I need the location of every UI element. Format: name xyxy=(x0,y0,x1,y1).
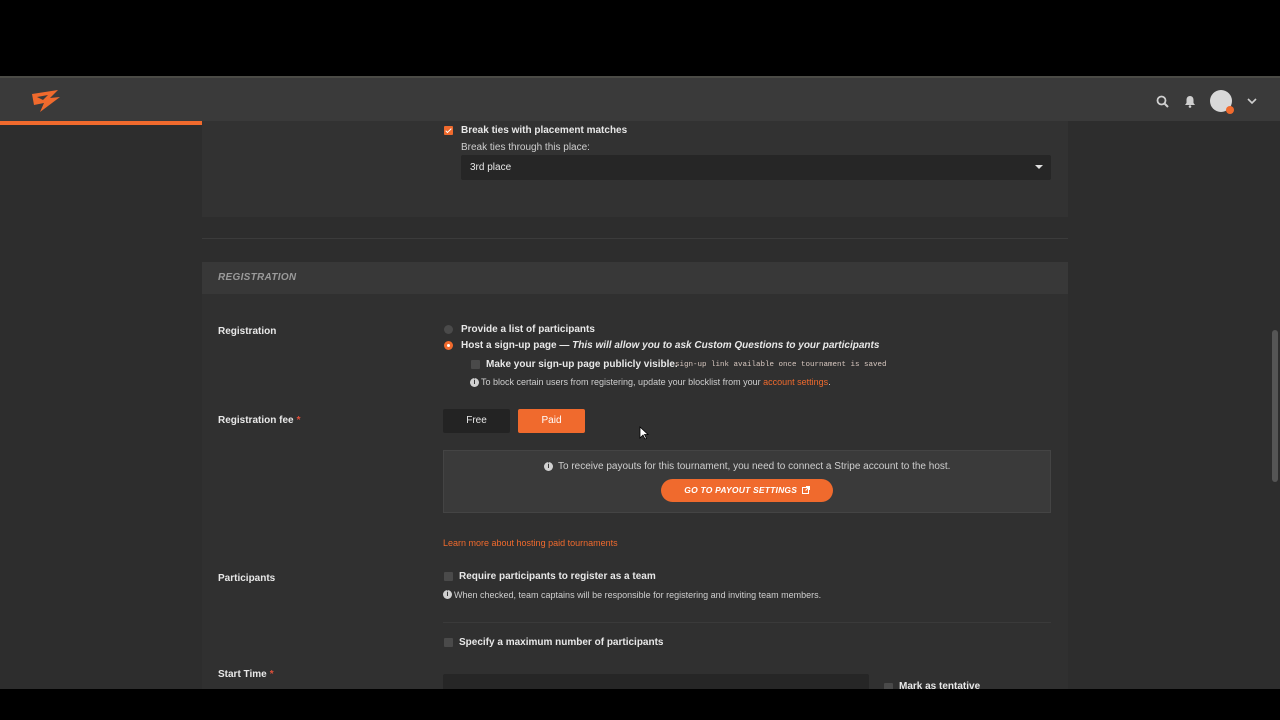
bell-icon[interactable] xyxy=(1182,93,1198,109)
participants-label: Participants xyxy=(218,573,276,584)
team-help-text: When checked, team captains will be resp… xyxy=(454,590,822,600)
required-mark: * xyxy=(296,415,301,426)
section-divider xyxy=(202,238,1068,239)
max-participants-checkbox[interactable] xyxy=(444,638,453,647)
break-ties-place-select[interactable]: 3rd place xyxy=(461,155,1051,180)
blocklist-period: . xyxy=(828,377,831,387)
tentative-label: Mark as tentative xyxy=(899,681,981,689)
scrollbar-thumb[interactable] xyxy=(1272,330,1278,482)
account-settings-link[interactable]: account settings xyxy=(763,377,828,387)
browser-viewport: Break ties with placement matches Break … xyxy=(0,76,1280,689)
blocklist-text: To block certain users from registering,… xyxy=(481,377,761,387)
max-participants-label: Specify a maximum number of participants xyxy=(459,637,664,648)
radio-signup-page-label: Host a sign-up page — This will allow yo… xyxy=(461,340,879,351)
start-time-text: Start Time xyxy=(218,669,267,680)
start-time-label: Start Time * xyxy=(218,669,274,680)
select-value: 3rd place xyxy=(470,162,512,173)
info-icon: i xyxy=(443,590,452,599)
public-visible-checkbox[interactable] xyxy=(471,360,480,369)
section-title: REGISTRATION xyxy=(218,272,297,283)
payout-settings-button[interactable]: GO TO PAYOUT SETTINGS xyxy=(661,479,833,502)
registration-section-header: REGISTRATION xyxy=(202,262,1068,294)
required-mark: * xyxy=(269,669,274,680)
chevron-down-icon[interactable] xyxy=(1244,93,1260,109)
break-ties-label: Break ties with placement matches xyxy=(461,125,628,136)
fee-free-button[interactable]: Free xyxy=(443,409,510,433)
external-link-icon xyxy=(801,486,810,494)
public-visible-note: sign-up link available once tournament i… xyxy=(675,361,887,369)
mouse-cursor-icon xyxy=(639,426,649,440)
team-checkbox[interactable] xyxy=(444,572,453,581)
signup-option-note: This will allow you to ask Custom Questi… xyxy=(572,340,880,351)
page-progress-bar xyxy=(0,121,232,125)
info-icon: i xyxy=(544,462,553,471)
letterbox-bottom xyxy=(0,689,1280,720)
stripe-notice-text: To receive payouts for this tournament, … xyxy=(558,461,951,472)
challonge-logo[interactable] xyxy=(28,88,62,114)
info-icon: i xyxy=(470,378,479,387)
letterbox-top xyxy=(0,0,1280,76)
radio-participant-list[interactable] xyxy=(444,325,453,334)
public-visible-label: Make your sign-up page publicly visible. xyxy=(486,359,678,370)
registration-fee-label: Registration fee * xyxy=(218,415,300,426)
registration-fee-text: Registration fee xyxy=(218,415,294,426)
learn-more-paid-link[interactable]: Learn more about hosting paid tournament… xyxy=(443,538,618,548)
fee-paid-button[interactable]: Paid xyxy=(518,409,585,433)
registration-label: Registration xyxy=(218,326,277,337)
search-icon[interactable] xyxy=(1154,93,1170,109)
team-checkbox-label: Require participants to register as a te… xyxy=(459,571,656,582)
caret-down-icon xyxy=(1035,165,1043,169)
radio-participant-list-label: Provide a list of participants xyxy=(461,324,595,335)
signup-option-prefix: Host a sign-up page — xyxy=(461,340,570,351)
separator xyxy=(443,622,1051,623)
start-time-input[interactable] xyxy=(443,674,869,689)
break-ties-through-label: Break ties through this place: xyxy=(461,142,590,153)
payout-settings-label: GO TO PAYOUT SETTINGS xyxy=(684,485,798,495)
break-ties-checkbox[interactable] xyxy=(444,126,453,135)
top-navbar xyxy=(0,76,1280,125)
blocklist-help: To block certain users from registering,… xyxy=(481,377,831,387)
avatar[interactable] xyxy=(1210,90,1234,114)
radio-signup-page[interactable] xyxy=(444,341,453,350)
